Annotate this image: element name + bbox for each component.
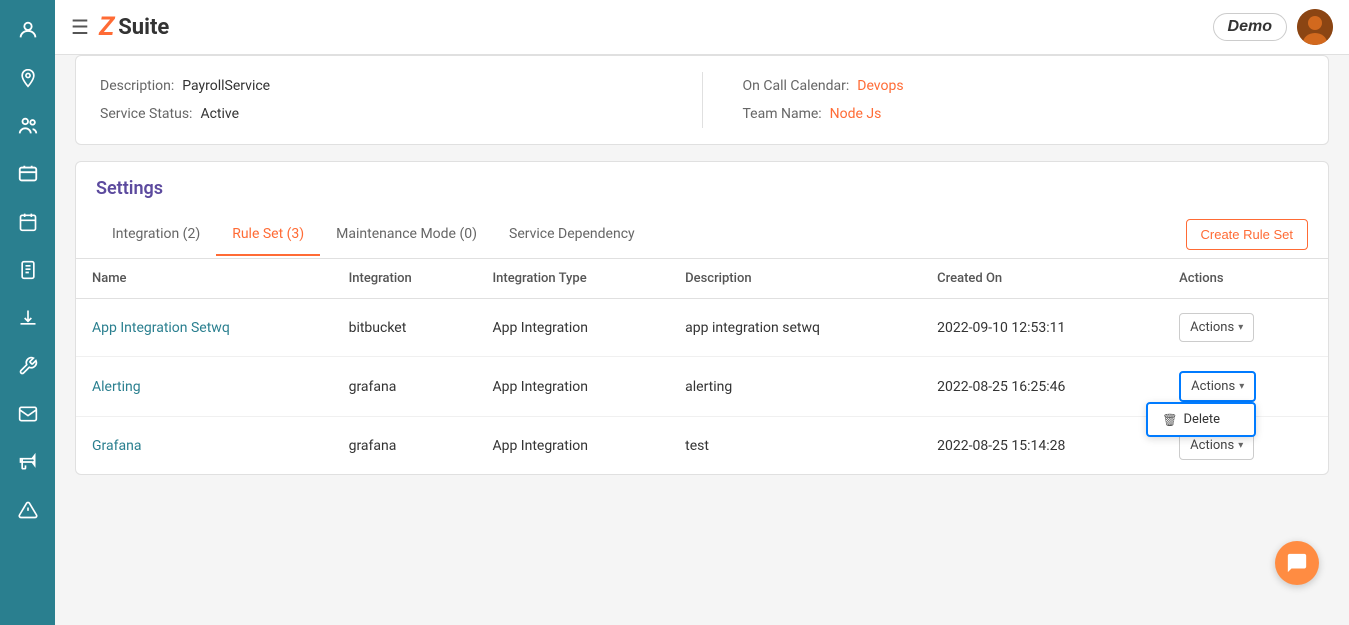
avatar[interactable] (1297, 9, 1333, 45)
team-name-cell: Team Name: Node Js (743, 100, 1305, 128)
row1-integration-type: App Integration (476, 299, 669, 357)
row2-created-on: 2022-08-25 16:25:46 (921, 357, 1163, 417)
info-divider (702, 72, 703, 100)
service-status-label: Service Status: (100, 106, 192, 122)
info-row-1: Description: PayrollService On Call Cale… (100, 72, 1304, 100)
demo-button[interactable]: Demo (1213, 13, 1287, 41)
table-row: Alerting grafana App Integration alertin… (76, 357, 1328, 417)
logo-suite-text: Suite (118, 15, 169, 40)
info-card: Description: PayrollService On Call Cale… (75, 55, 1329, 145)
sidebar-icon-face[interactable] (8, 10, 48, 50)
row3-integration: grafana (333, 417, 477, 475)
tabs-left: Integration (2) Rule Set (3) Maintenance… (96, 214, 651, 256)
on-call-value[interactable]: Devops (857, 78, 903, 94)
create-ruleset-button[interactable]: Create Rule Set (1186, 219, 1309, 250)
table-row: App Integration Setwq bitbucket App Inte… (76, 299, 1328, 357)
actions-dropdown-1[interactable]: Actions ▾ (1179, 313, 1254, 342)
info-row-2: Service Status: Active Team Name: Node J… (100, 100, 1304, 128)
sidebar-icon-location[interactable] (8, 58, 48, 98)
row2-description: alerting (669, 357, 921, 417)
row1-actions: Actions ▾ (1163, 299, 1328, 357)
table-row: Grafana grafana App Integration test 202… (76, 417, 1328, 475)
row1-integration: bitbucket (333, 299, 477, 357)
dropdown-open-container: Actions ▾ 🗑 Delete (1179, 371, 1256, 402)
topbar-left: ☰ Z Suite (71, 12, 169, 42)
chevron-down-icon-2: ▾ (1239, 381, 1244, 392)
main-container: ☰ Z Suite Demo Description: (55, 0, 1349, 625)
delete-label: Delete (1183, 412, 1220, 427)
row2-name: Alerting (76, 357, 333, 417)
service-status-cell: Service Status: Active (100, 100, 662, 128)
actions-label-2: Actions (1191, 379, 1235, 394)
row1-name: App Integration Setwq (76, 299, 333, 357)
table-header-row: Name Integration Integration Type Descri… (76, 259, 1328, 299)
on-call-cell: On Call Calendar: Devops (743, 72, 1305, 100)
service-status-value: Active (200, 106, 239, 122)
sidebar-icon-megaphone[interactable] (8, 442, 48, 482)
table-head: Name Integration Integration Type Descri… (76, 259, 1328, 299)
col-integration: Integration (333, 259, 477, 299)
topbar-right: Demo (1213, 9, 1333, 45)
row3-name: Grafana (76, 417, 333, 475)
actions-dropdown-2-open[interactable]: Actions ▾ (1179, 371, 1256, 402)
logo: Z Suite (99, 12, 169, 42)
sidebar-icon-warning[interactable] (8, 490, 48, 530)
topbar: ☰ Z Suite Demo (55, 0, 1349, 55)
chat-bubble[interactable] (1275, 541, 1319, 585)
settings-header: Settings (76, 162, 1328, 199)
chevron-down-icon-1: ▾ (1238, 322, 1243, 333)
actions-label-3: Actions (1190, 438, 1234, 453)
logo-z-icon: Z (99, 12, 114, 42)
rules-table: Name Integration Integration Type Descri… (76, 259, 1328, 474)
settings-title: Settings (96, 178, 1308, 199)
sidebar-icon-doc[interactable] (8, 250, 48, 290)
actions-label-1: Actions (1190, 320, 1234, 335)
description-cell: Description: PayrollService (100, 72, 662, 100)
row3-integration-type: App Integration (476, 417, 669, 475)
col-integration-type: Integration Type (476, 259, 669, 299)
row2-actions: Actions ▾ 🗑 Delete (1163, 357, 1328, 417)
sidebar-icon-tool[interactable] (8, 346, 48, 386)
chevron-down-icon-3: ▾ (1238, 440, 1243, 451)
row2-integration-type: App Integration (476, 357, 669, 417)
sidebar-icon-mail[interactable] (8, 394, 48, 434)
tab-service-dependency[interactable]: Service Dependency (493, 214, 651, 256)
delete-menu-item[interactable]: 🗑 Delete (1148, 404, 1254, 435)
team-name-label: Team Name: (743, 106, 822, 122)
description-value: PayrollService (182, 78, 270, 94)
actions-dropdown-menu: 🗑 Delete (1146, 402, 1256, 437)
hamburger-menu[interactable]: ☰ (71, 15, 89, 39)
content-area: Description: PayrollService On Call Cale… (55, 55, 1349, 625)
sidebar (0, 0, 55, 625)
tab-integration[interactable]: Integration (2) (96, 214, 216, 256)
tab-maintenance[interactable]: Maintenance Mode (0) (320, 214, 493, 256)
row1-created-on: 2022-09-10 12:53:11 (921, 299, 1163, 357)
col-actions: Actions (1163, 259, 1328, 299)
row3-description: test (669, 417, 921, 475)
row3-created-on: 2022-08-25 15:14:28 (921, 417, 1163, 475)
col-created-on: Created On (921, 259, 1163, 299)
description-label: Description: (100, 78, 174, 94)
table-wrapper: Name Integration Integration Type Descri… (76, 259, 1328, 474)
sidebar-icon-calendar[interactable] (8, 202, 48, 242)
tab-ruleset[interactable]: Rule Set (3) (216, 214, 320, 256)
settings-card: Settings Integration (2) Rule Set (3) Ma… (75, 161, 1329, 475)
sidebar-icon-group[interactable] (8, 154, 48, 194)
info-divider-2 (702, 100, 703, 128)
on-call-label: On Call Calendar: (743, 78, 850, 94)
sidebar-icon-download[interactable] (8, 298, 48, 338)
row1-description: app integration setwq (669, 299, 921, 357)
trash-icon: 🗑 (1162, 413, 1177, 427)
table-body: App Integration Setwq bitbucket App Inte… (76, 299, 1328, 475)
tabs-bar: Integration (2) Rule Set (3) Maintenance… (76, 211, 1328, 259)
col-name: Name (76, 259, 333, 299)
sidebar-icon-users[interactable] (8, 106, 48, 146)
row2-integration: grafana (333, 357, 477, 417)
col-description: Description (669, 259, 921, 299)
team-name-value[interactable]: Node Js (830, 106, 882, 122)
